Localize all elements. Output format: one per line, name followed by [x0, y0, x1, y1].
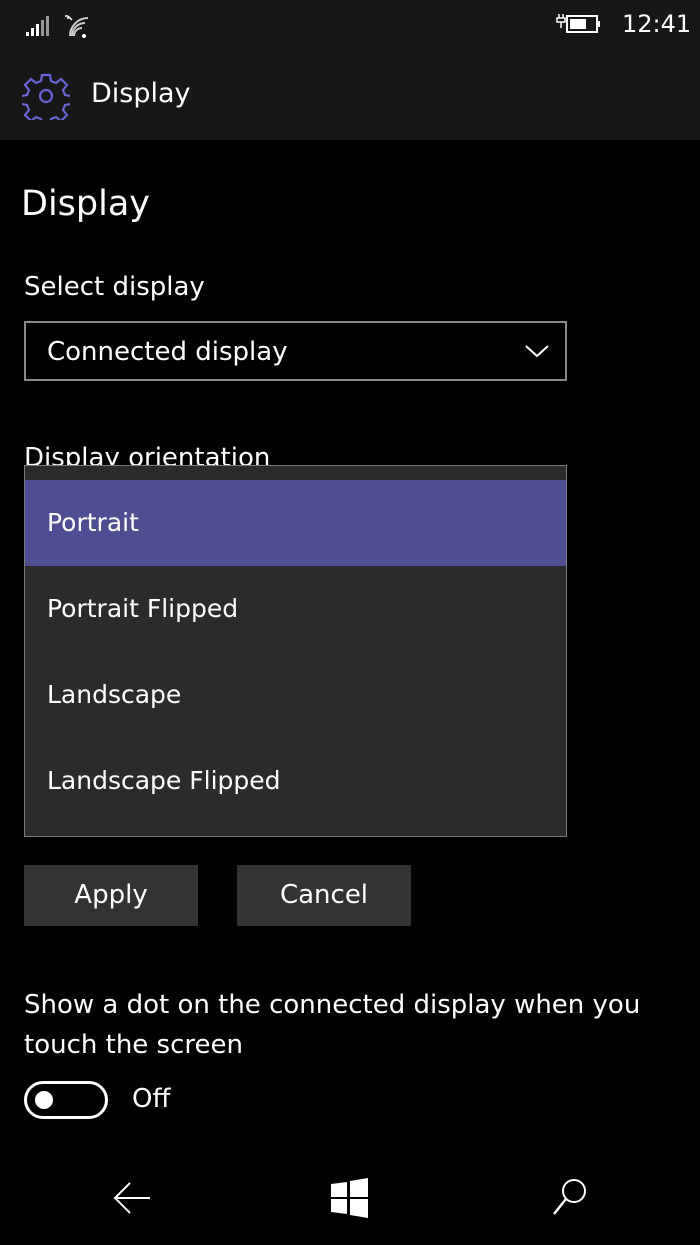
toggle-knob — [35, 1091, 53, 1109]
orientation-dropdown-list: Portrait Portrait Flipped Landscape Land… — [24, 465, 567, 837]
gear-icon — [22, 73, 70, 120]
select-display-label: Select display — [24, 272, 205, 302]
option-portrait[interactable]: Portrait — [25, 480, 566, 566]
select-display-dropdown[interactable]: Connected display — [24, 321, 567, 381]
dot-setting-label: Show a dot on the connected display when… — [24, 990, 641, 1060]
header-title: Display — [91, 78, 191, 109]
toggle-state: Off — [132, 1084, 171, 1114]
clock: 12:41 — [622, 10, 692, 38]
chevron-down-icon — [525, 345, 549, 358]
back-icon[interactable] — [110, 1178, 154, 1218]
dot-toggle[interactable] — [24, 1081, 108, 1119]
top-bar: 12:41 Display — [0, 0, 700, 140]
battery-charging-icon — [556, 14, 600, 33]
page-title: Display — [21, 184, 151, 224]
option-landscape[interactable]: Landscape — [25, 652, 566, 738]
option-landscape-flipped[interactable]: Landscape Flipped — [25, 738, 566, 824]
signal-icon — [26, 15, 89, 38]
dropdown-value: Connected display — [47, 337, 288, 367]
apply-button[interactable]: Apply — [24, 865, 198, 926]
search-icon[interactable] — [550, 1176, 590, 1220]
windows-icon[interactable] — [330, 1178, 370, 1218]
option-portrait-flipped[interactable]: Portrait Flipped — [25, 566, 566, 652]
cancel-button[interactable]: Cancel — [237, 865, 411, 926]
